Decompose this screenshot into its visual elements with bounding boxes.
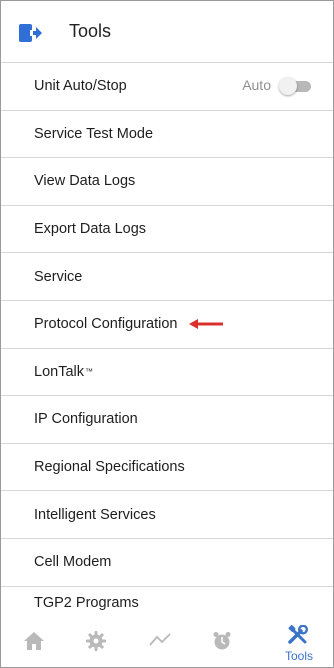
tab-label: Tools xyxy=(284,649,313,663)
menu-item-label: LonTalk xyxy=(34,363,84,380)
tab-home[interactable] xyxy=(5,613,61,667)
menu-item-label: IP Configuration xyxy=(34,411,138,428)
menu-item-label: Intelligent Services xyxy=(34,506,156,523)
menu-item-label: Export Data Logs xyxy=(34,221,147,238)
tools-icon xyxy=(288,625,308,644)
header: Tools xyxy=(1,1,333,63)
tab-settings[interactable] xyxy=(68,613,124,667)
gear-icon xyxy=(86,631,106,651)
menu-item-label: Service xyxy=(34,268,83,285)
auto-toggle[interactable] xyxy=(279,77,313,95)
menu-item-lontalk[interactable]: LonTalk ™ xyxy=(1,349,333,397)
menu-item-service[interactable]: Service xyxy=(1,253,333,301)
menu-item-unit-auto-stop[interactable]: Unit Auto/Stop Auto xyxy=(1,63,333,111)
toggle-knob xyxy=(279,77,297,95)
tab-tools[interactable]: Tools xyxy=(271,613,327,667)
tools-screen: Tools Unit Auto/Stop Auto Service Test M… xyxy=(0,0,334,668)
menu-item-view-data-logs[interactable]: View Data Logs xyxy=(1,158,333,206)
alarm-clock-icon xyxy=(213,632,231,650)
page-title: Tools xyxy=(69,21,112,41)
trademark-symbol: ™ xyxy=(84,367,93,377)
tools-menu: Unit Auto/Stop Auto Service Test Mode Vi… xyxy=(1,63,333,623)
menu-item-service-test-mode[interactable]: Service Test Mode xyxy=(1,111,333,159)
menu-item-intelligent-services[interactable]: Intelligent Services xyxy=(1,491,333,539)
menu-item-label: View Data Logs xyxy=(34,173,136,190)
menu-item-regional-specifications[interactable]: Regional Specifications xyxy=(1,444,333,492)
menu-item-ip-configuration[interactable]: IP Configuration xyxy=(1,396,333,444)
home-icon xyxy=(24,632,44,650)
trend-line-icon xyxy=(149,633,171,646)
tab-alarms[interactable] xyxy=(194,613,250,667)
exit-arrow-icon[interactable] xyxy=(19,24,43,42)
tab-trends[interactable] xyxy=(131,613,187,667)
bottom-tab-bar: Tools xyxy=(1,613,333,667)
red-arrow-left-icon xyxy=(189,318,225,330)
menu-item-label: Cell Modem xyxy=(34,554,112,571)
menu-item-label: Protocol Configuration xyxy=(34,316,178,333)
menu-item-label: Regional Specifications xyxy=(34,459,185,476)
toggle-label: Auto xyxy=(242,77,271,93)
menu-item-protocol-configuration[interactable]: Protocol Configuration xyxy=(1,301,333,349)
menu-item-label: TGP2 Programs xyxy=(34,594,139,611)
menu-item-cell-modem[interactable]: Cell Modem xyxy=(1,539,333,587)
menu-item-label: Service Test Mode xyxy=(34,125,154,142)
menu-item-export-data-logs[interactable]: Export Data Logs xyxy=(1,206,333,254)
menu-item-label: Unit Auto/Stop xyxy=(34,78,127,95)
